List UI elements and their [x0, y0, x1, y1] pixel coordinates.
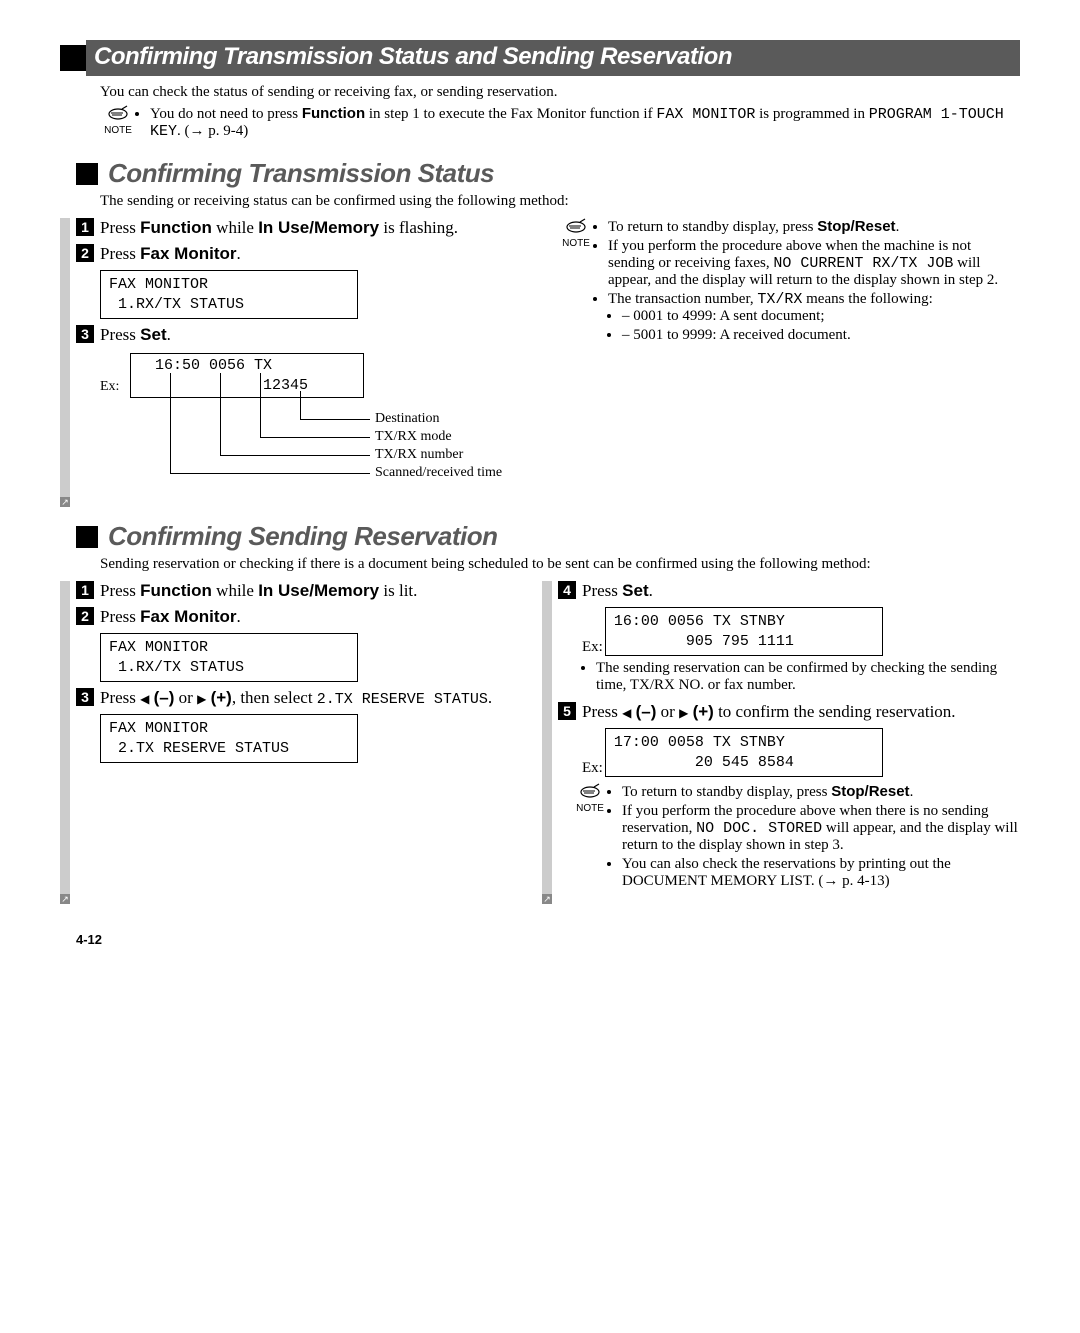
heading-square-icon	[76, 163, 98, 185]
sub-heading-2: Confirming Sending Reservation	[76, 521, 1020, 552]
step-num-icon: 2	[76, 244, 94, 262]
lcd-display: 17:00 0058 TX STNBY 20 545 8584	[605, 728, 883, 777]
step-num-icon: 1	[76, 218, 94, 236]
s2-step4: 4 Press Set.	[558, 581, 1020, 601]
s1-step3: 3 Press Set.	[76, 325, 538, 345]
right-arrow-icon: ▶	[679, 706, 688, 720]
s1-step1: 1 Press Function while In Use/Memory is …	[76, 218, 538, 238]
lcd-display: FAX MONITOR 2.TX RESERVE STATUS	[100, 714, 358, 763]
note-icon: NOTE	[572, 783, 608, 814]
section1-desc: The sending or receiving status can be c…	[100, 193, 1020, 210]
lcd-display: FAX MONITOR 1.RX/TX STATUS	[100, 270, 358, 319]
section2-desc: Sending reservation or checking if there…	[100, 556, 1020, 573]
note-icon: NOTE	[100, 105, 136, 136]
s2-note-1: To return to standby display, press Stop…	[622, 783, 1020, 801]
heading-square-icon	[76, 526, 98, 548]
top-note-item: You do not need to press Function in ste…	[150, 105, 1020, 140]
lcd-diagram: Ex: 16:50 0056 TX 12345 Destination TX/R…	[100, 351, 538, 501]
s2-sub4: The sending reservation can be confirmed…	[596, 660, 1020, 694]
s2-note-2: If you perform the procedure above when …	[622, 803, 1020, 854]
sub-heading-1-text: Confirming Transmission Status	[108, 158, 494, 189]
main-banner: Confirming Transmission Status and Sendi…	[60, 40, 1020, 76]
right-arrow-icon: ▶	[197, 692, 206, 706]
banner-title: Confirming Transmission Status and Sendi…	[86, 40, 1020, 76]
s2-step5: 5 Press ◀ (–) or ▶ (+) to confirm the se…	[558, 702, 1020, 722]
s2-step2: 2 Press Fax Monitor.	[76, 607, 538, 627]
s2-step3: 3 Press ◀ (–) or ▶ (+), then select 2.TX…	[76, 688, 538, 708]
left-arrow-icon: ◀	[140, 692, 149, 706]
banner-square	[60, 45, 86, 71]
page-number: 4-12	[76, 932, 1020, 947]
intro-text: You can check the status of sending or r…	[100, 84, 1020, 101]
left-arrow-icon: ◀	[622, 706, 631, 720]
sub-heading-1: Confirming Transmission Status	[76, 158, 1020, 189]
note-label: NOTE	[104, 125, 132, 136]
step-num-icon: 3	[76, 325, 94, 343]
lcd-display: 16:00 0056 TX STNBY 905 795 1111	[605, 607, 883, 656]
s2-note-3: You can also check the reservations by p…	[622, 856, 1020, 890]
s2-step1: 1 Press Function while In Use/Memory is …	[76, 581, 538, 601]
top-note: NOTE You do not need to press Function i…	[100, 105, 1020, 142]
s1-note-3: The transaction number, TX/RX means the …	[608, 291, 1020, 344]
note-icon: NOTE	[558, 218, 594, 249]
s1-note-1: To return to standby display, press Stop…	[608, 218, 1020, 236]
lcd-display: FAX MONITOR 1.RX/TX STATUS	[100, 633, 358, 682]
s1-note-2: If you perform the procedure above when …	[608, 238, 1020, 289]
s1-step2: 2 Press Fax Monitor.	[76, 244, 538, 264]
